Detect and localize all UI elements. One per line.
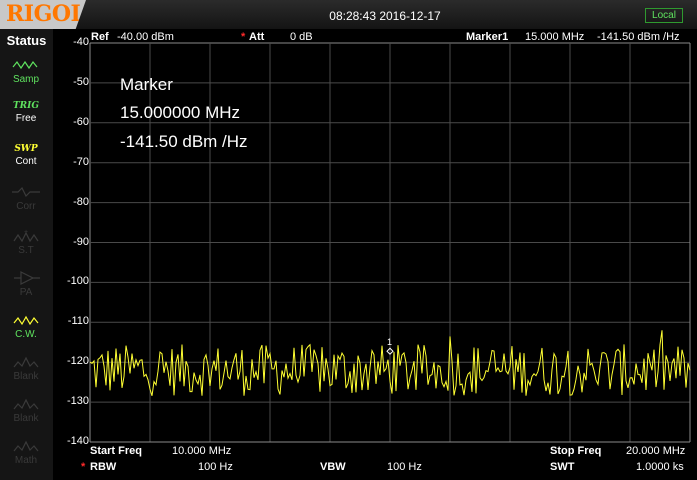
rbw-coupled-star-icon: * [81,461,86,473]
swt-label: SWT [550,461,575,473]
start-freq-value: 10.000 MHz [172,445,232,457]
swt-value: 1.0000 ks [636,461,684,473]
marker-readout-freq: 15.000000 MHz [120,103,241,122]
marker-readout-level: -141.50 dBm /Hz [120,132,248,151]
spectrum-plot[interactable]: 1 [0,0,697,480]
marker-1-number: 1 [387,337,392,347]
vbw-label: VBW [320,461,346,473]
marker-readout-title: Marker [120,75,173,94]
rbw-value: 100 Hz [198,461,233,473]
rbw-label: RBW [90,461,117,473]
stop-freq-label: Stop Freq [550,445,602,457]
vbw-value: 100 Hz [387,461,422,473]
stop-freq-value: 20.000 MHz [626,445,686,457]
start-freq-label: Start Freq [90,445,142,457]
